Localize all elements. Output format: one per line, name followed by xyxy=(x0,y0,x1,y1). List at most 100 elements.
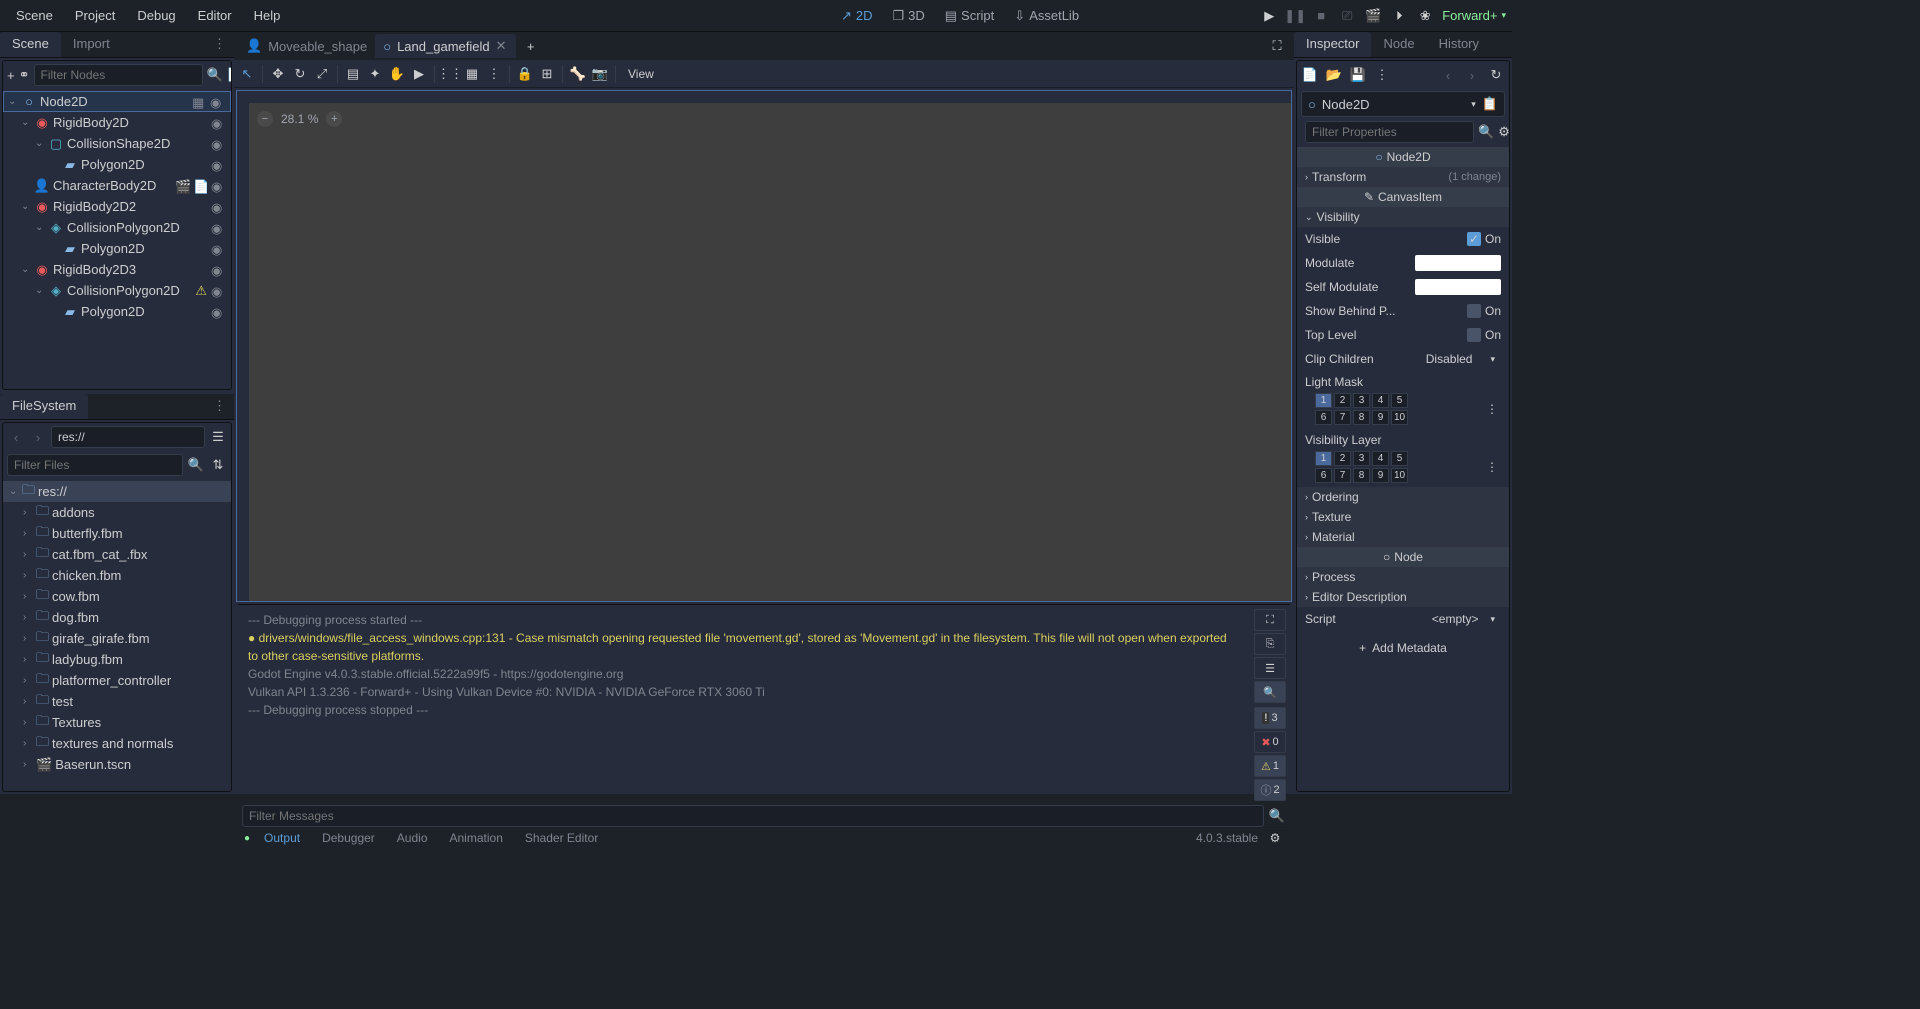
history-forward-button[interactable]: › xyxy=(1463,66,1481,84)
instance-scene-button[interactable]: ⚭ xyxy=(19,66,30,84)
fs-dock-options-icon[interactable]: ⋮ xyxy=(205,394,234,419)
dock-options-icon[interactable]: ⋮ xyxy=(205,32,234,57)
clip-children-dropdown[interactable]: Disabled▾ xyxy=(1397,350,1501,368)
scale-tool[interactable]: ⤢ xyxy=(313,65,331,83)
fs-item-cow-fbm[interactable]: ›🗀cow.fbm xyxy=(3,586,231,607)
expand-output-button[interactable]: ⛶ xyxy=(1254,609,1286,631)
layer-cell-8[interactable]: 8 xyxy=(1353,468,1370,483)
history-back-button[interactable]: ‹ xyxy=(1439,66,1457,84)
workspace-script[interactable]: ▤Script xyxy=(937,4,1003,28)
close-tab-button[interactable]: ✕ xyxy=(496,38,508,54)
fs-item-res---[interactable]: ⌄🗀res:// xyxy=(3,481,231,502)
modulate-color-picker[interactable] xyxy=(1415,255,1501,271)
tab-output[interactable]: Output xyxy=(254,828,310,848)
pivot-tool[interactable]: ✦ xyxy=(366,65,384,83)
zoom-out-button[interactable]: − xyxy=(257,111,273,127)
class-header-node2d[interactable]: ○Node2D xyxy=(1297,147,1509,167)
layer-cell-2[interactable]: 2 xyxy=(1334,393,1351,408)
ruler-tool[interactable]: ▶ xyxy=(410,65,428,83)
docs-button[interactable]: ↻ xyxy=(1487,66,1505,84)
scene-node-collisionpolygon2d[interactable]: ⌄◈CollisionPolygon2D◉ xyxy=(3,217,231,238)
list-tool[interactable]: ▤ xyxy=(344,65,362,83)
play-button[interactable]: ▶ xyxy=(1260,7,1278,25)
layer-cell-1[interactable]: 1 xyxy=(1315,393,1332,408)
fs-item-baserun-tscn[interactable]: ›🎬Baserun.tscn xyxy=(3,754,231,775)
tab-audio[interactable]: Audio xyxy=(387,828,438,848)
2d-viewport[interactable]: − 28.1 % + xyxy=(236,90,1292,602)
tab-node[interactable]: Node xyxy=(1371,32,1426,57)
distraction-free-icon[interactable]: ⛶ xyxy=(1268,37,1286,55)
tab-history[interactable]: History xyxy=(1427,32,1491,57)
group-texture[interactable]: ›Texture xyxy=(1297,507,1509,527)
scene-node-rigidbody2d2[interactable]: ⌄◉RigidBody2D2◉ xyxy=(3,196,231,217)
fs-item-cat-fbm-cat--fbx[interactable]: ›🗀cat.fbm_cat_.fbx xyxy=(3,544,231,565)
workspace-2d[interactable]: ↗2D xyxy=(833,4,881,28)
light-mask-more-icon[interactable]: ⋮ xyxy=(1483,400,1501,418)
move-tool[interactable]: ✥ xyxy=(269,65,287,83)
fs-sort-icon[interactable]: ⇅ xyxy=(209,456,227,474)
light-mask-grid[interactable]: 12345678910 xyxy=(1315,393,1408,425)
warning-count-badge[interactable]: ⚠1 xyxy=(1254,755,1286,777)
layer-cell-5[interactable]: 5 xyxy=(1391,393,1408,408)
fs-forward-button[interactable]: › xyxy=(29,428,47,446)
tab-animation[interactable]: Animation xyxy=(440,828,513,848)
layer-cell-1[interactable]: 1 xyxy=(1315,451,1332,466)
inspector-search-icon[interactable]: 🔍 xyxy=(1478,123,1494,141)
tab-debugger[interactable]: Debugger xyxy=(312,828,385,848)
snap-grid-icon[interactable]: ▦ xyxy=(463,65,481,83)
scene-tab-moveable-shape[interactable]: 👤 Moveable_shape xyxy=(238,34,375,58)
inspector-node-selector[interactable]: ○ Node2D ▾ 📋 xyxy=(1301,91,1505,117)
fs-path-display[interactable]: res:// xyxy=(51,426,205,448)
add-node-button[interactable]: + xyxy=(7,66,15,84)
layer-cell-8[interactable]: 8 xyxy=(1353,410,1370,425)
group-icon[interactable]: ⊞ xyxy=(538,65,556,83)
play-custom-button[interactable]: ❀ xyxy=(1416,7,1434,25)
renderer-selector[interactable]: Forward+▾ xyxy=(1442,8,1506,23)
fs-item-dog-fbm[interactable]: ›🗀dog.fbm xyxy=(3,607,231,628)
play-scene-button[interactable]: ⏵ xyxy=(1390,7,1408,25)
pause-button[interactable]: ❚❚ xyxy=(1286,7,1304,25)
layer-cell-6[interactable]: 6 xyxy=(1315,468,1332,483)
fs-item-platformer-controller[interactable]: ›🗀platformer_controller xyxy=(3,670,231,691)
tab-import[interactable]: Import xyxy=(61,32,122,57)
load-resource-button[interactable]: 📂 xyxy=(1325,66,1343,84)
save-resource-button[interactable]: 💾 xyxy=(1349,66,1367,84)
layer-cell-5[interactable]: 5 xyxy=(1391,451,1408,466)
scene-tree[interactable]: ⌄○Node2D▦◉⌄◉RigidBody2D◉⌄▢CollisionShape… xyxy=(3,89,231,324)
fs-tree[interactable]: ⌄🗀res://›🗀addons›🗀butterfly.fbm›🗀cat.fbm… xyxy=(3,479,231,791)
menu-debug[interactable]: Debug xyxy=(127,4,185,27)
layer-cell-7[interactable]: 7 xyxy=(1334,468,1351,483)
scene-filter-input[interactable] xyxy=(34,64,203,86)
tab-scene[interactable]: Scene xyxy=(0,32,61,57)
fs-split-button[interactable]: ☰ xyxy=(209,428,227,446)
workspace-3d[interactable]: ❐3D xyxy=(884,4,932,28)
layer-cell-7[interactable]: 7 xyxy=(1334,410,1351,425)
inspector-more-icon[interactable]: ⋮ xyxy=(1373,66,1391,84)
skeleton-icon[interactable]: 🦴 xyxy=(569,65,587,83)
layer-cell-10[interactable]: 10 xyxy=(1391,468,1408,483)
attach-script-button[interactable]: 📄 xyxy=(227,66,232,84)
fs-back-button[interactable]: ‹ xyxy=(7,428,25,446)
top-level-checkbox[interactable] xyxy=(1467,328,1481,342)
self-modulate-color-picker[interactable] xyxy=(1415,279,1501,295)
layer-cell-4[interactable]: 4 xyxy=(1372,393,1389,408)
scene-node-collisionpolygon2d[interactable]: ⌄◈CollisionPolygon2D⚠◉ xyxy=(3,280,231,301)
group-visibility[interactable]: ⌄Visibility xyxy=(1297,207,1509,227)
layer-cell-4[interactable]: 4 xyxy=(1372,451,1389,466)
scene-tab-land-gamefield[interactable]: ○ Land_gamefield ✕ xyxy=(375,34,515,58)
critical-count-badge[interactable]: !3 xyxy=(1254,707,1286,729)
group-process[interactable]: ›Process xyxy=(1297,567,1509,587)
pan-tool[interactable]: ✋ xyxy=(388,65,406,83)
scene-node-collisionshape2d[interactable]: ⌄▢CollisionShape2D◉ xyxy=(3,133,231,154)
layer-cell-3[interactable]: 3 xyxy=(1353,451,1370,466)
scene-node-characterbody2d[interactable]: 👤CharacterBody2D🎬📄◉ xyxy=(3,175,231,196)
group-transform[interactable]: ›Transform(1 change) xyxy=(1297,167,1509,187)
bottom-panel-menu-icon[interactable]: ⚙ xyxy=(1266,829,1284,847)
scene-node-polygon2d[interactable]: ▰Polygon2D◉ xyxy=(3,154,231,175)
menu-editor[interactable]: Editor xyxy=(188,4,242,27)
doc-link-icon[interactable]: 📋 xyxy=(1482,96,1498,112)
version-label[interactable]: 4.0.3.stable xyxy=(1196,831,1258,845)
fs-item-textures-and-normals[interactable]: ›🗀textures and normals xyxy=(3,733,231,754)
output-log[interactable]: --- Debugging process started ---● drive… xyxy=(238,605,1250,805)
snap-options-icon[interactable]: ⋮ xyxy=(485,65,503,83)
